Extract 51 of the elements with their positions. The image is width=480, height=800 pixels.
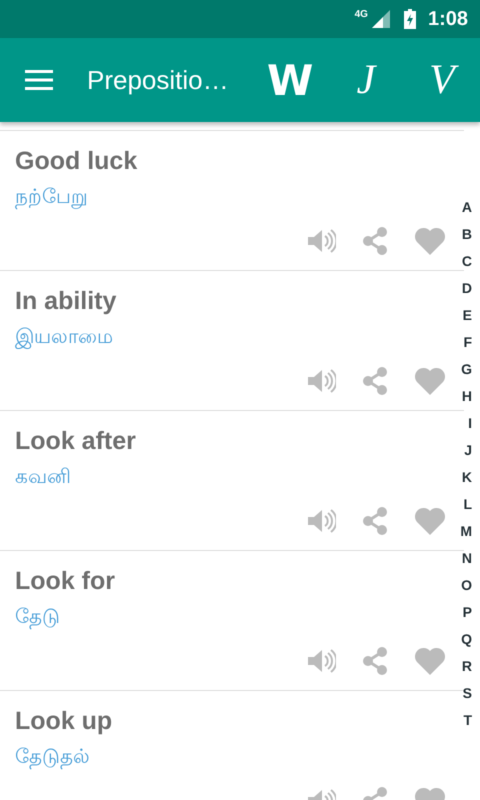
heart-icon[interactable] — [414, 647, 446, 675]
index-letter[interactable]: H — [462, 385, 472, 412]
index-letter[interactable]: L — [463, 493, 472, 520]
index-letter[interactable]: R — [462, 655, 472, 682]
word-title: In ability — [15, 287, 118, 316]
translation-text: கவனி — [15, 464, 72, 490]
share-icon[interactable] — [362, 507, 388, 535]
speaker-icon[interactable] — [306, 228, 336, 254]
index-letter[interactable]: F — [463, 331, 472, 358]
share-icon[interactable] — [362, 647, 388, 675]
heart-icon[interactable] — [414, 227, 446, 255]
menu-button[interactable] — [25, 70, 53, 90]
index-letter[interactable]: C — [462, 250, 472, 277]
translation-text: தேடுதல் — [15, 744, 91, 770]
network-label: 4G — [354, 9, 368, 20]
word-title: Good luck — [15, 147, 138, 176]
index-letter[interactable]: A — [462, 196, 472, 223]
index-letter[interactable]: J — [464, 439, 472, 466]
battery-icon — [404, 9, 416, 29]
word-title: Look for — [15, 567, 116, 596]
font-style-button[interactable]: J — [343, 56, 389, 104]
clock: 1:08 — [428, 8, 468, 30]
share-icon[interactable] — [362, 367, 388, 395]
word-title: Look up — [15, 707, 114, 736]
index-letter[interactable]: P — [462, 601, 472, 628]
speaker-icon[interactable] — [306, 368, 336, 394]
font-style-button[interactable]: V — [419, 56, 465, 104]
index-letter[interactable]: S — [462, 682, 472, 709]
index-letter[interactable]: Q — [461, 628, 472, 655]
share-icon[interactable] — [362, 227, 388, 255]
font-style-button[interactable]: W — [267, 56, 313, 104]
translation-text: இயலாமை — [15, 324, 114, 350]
speaker-icon[interactable] — [306, 508, 336, 534]
index-letter[interactable]: B — [462, 223, 472, 250]
translation-text: நற்பேறு — [15, 184, 89, 210]
index-letter[interactable]: G — [461, 358, 472, 385]
word-title: Look after — [15, 427, 137, 456]
index-letter[interactable]: I — [468, 412, 472, 439]
index-letter[interactable]: M — [460, 520, 472, 547]
heart-icon[interactable] — [414, 367, 446, 395]
screen-title: Prepositio… — [87, 64, 230, 96]
index-letter[interactable]: N — [462, 547, 472, 574]
speaker-icon[interactable] — [306, 648, 336, 674]
index-letter[interactable]: K — [462, 466, 472, 493]
index-letter[interactable]: E — [462, 304, 472, 331]
signal-icon — [372, 10, 390, 28]
index-letter[interactable]: O — [461, 574, 472, 601]
heart-icon[interactable] — [414, 507, 446, 535]
translation-text: தேடு — [15, 604, 61, 630]
index-letter[interactable]: D — [462, 277, 472, 304]
index-letter[interactable]: T — [463, 709, 472, 736]
